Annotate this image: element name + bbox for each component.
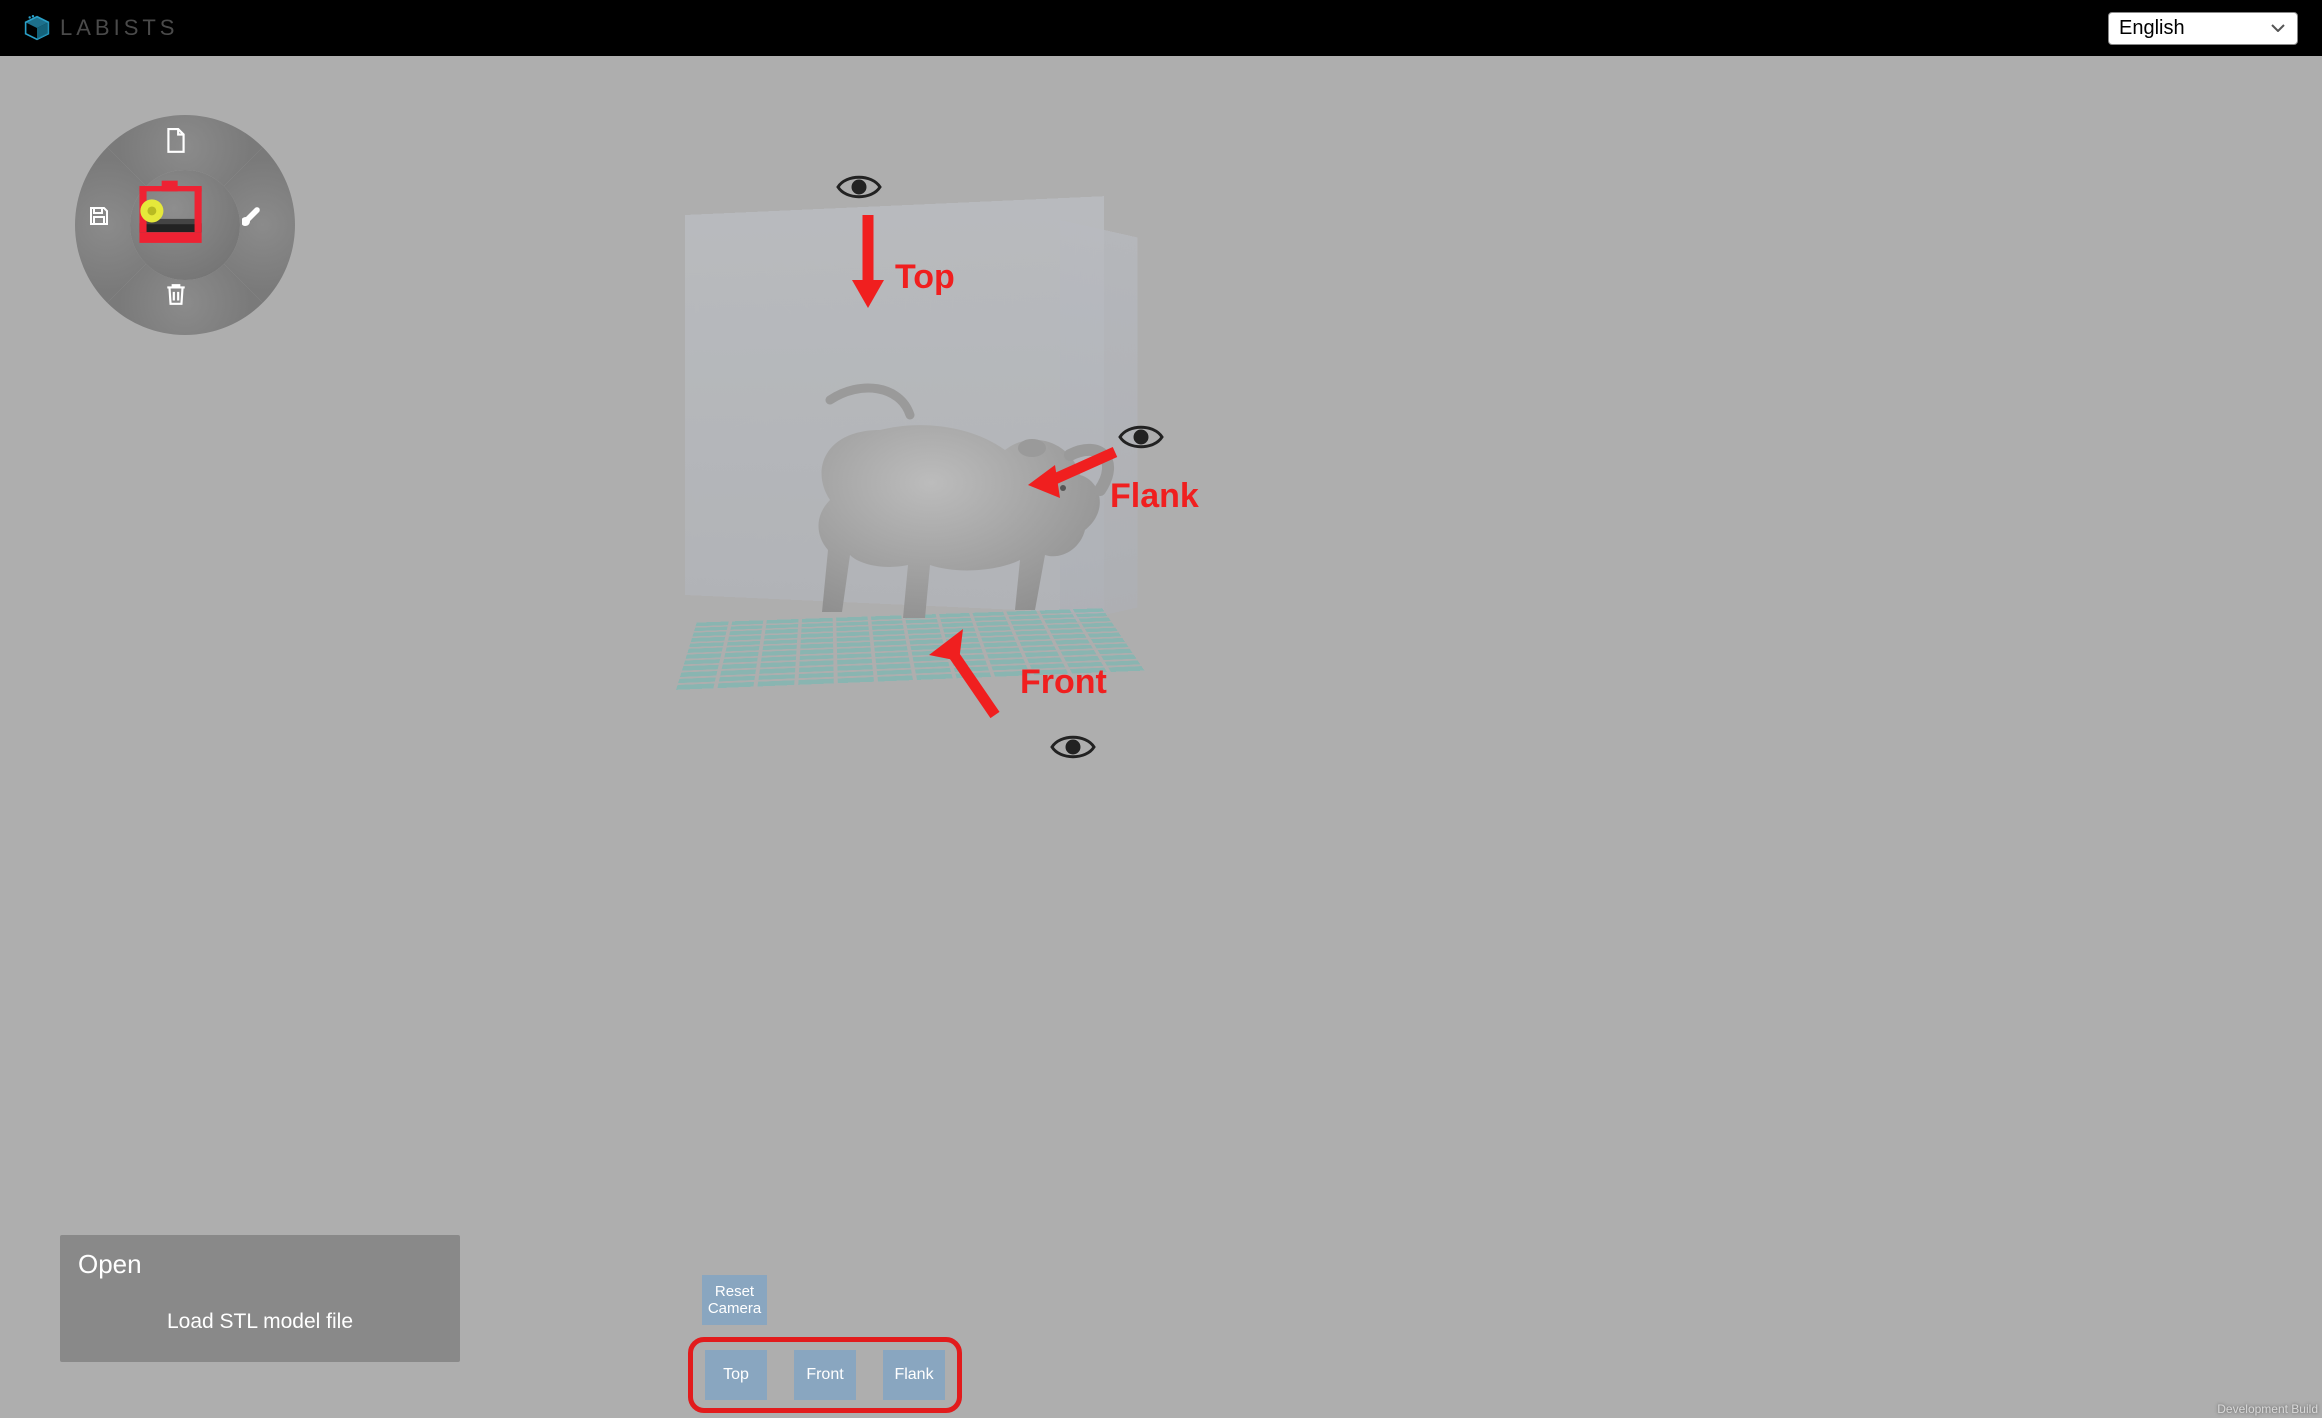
reset-camera-button[interactable]: ResetCamera [702,1275,767,1325]
radial-file-button[interactable] [165,128,205,168]
trash-icon [165,282,187,306]
language-select[interactable]: English [2108,12,2298,45]
model-bull [770,360,1130,650]
radial-save-button[interactable] [88,205,128,245]
file-icon [165,128,187,154]
radial-menu [70,110,300,340]
app-header: LABISTS English [0,0,2322,56]
view-buttons-highlight: Top Front Flank [688,1337,962,1413]
printer-icon [130,170,220,250]
radial-center-printer[interactable] [130,170,240,280]
eye-flank-icon [1118,422,1164,457]
brush-icon [242,205,266,229]
eye-top-icon [836,172,882,207]
radial-trash-button[interactable] [165,282,205,322]
model-viewport[interactable] [620,160,1260,720]
open-panel-title: Open [78,1249,442,1280]
eye-front-icon [1050,732,1096,767]
save-icon [88,205,110,227]
open-panel-subtitle: Load STL model file [78,1310,442,1334]
open-panel[interactable]: Open Load STL model file [60,1235,460,1362]
brand-cube-icon [24,15,50,41]
dev-build-label: Development Build [2217,1402,2318,1416]
camera-controls: ResetCamera Top Front Flank [688,1275,962,1413]
view-top-button[interactable]: Top [705,1350,767,1400]
brand-name: LABISTS [60,15,178,41]
radial-brush-button[interactable] [242,205,282,245]
brand-logo: LABISTS [24,15,178,41]
view-flank-button[interactable]: Flank [883,1350,945,1400]
view-front-button[interactable]: Front [794,1350,856,1400]
